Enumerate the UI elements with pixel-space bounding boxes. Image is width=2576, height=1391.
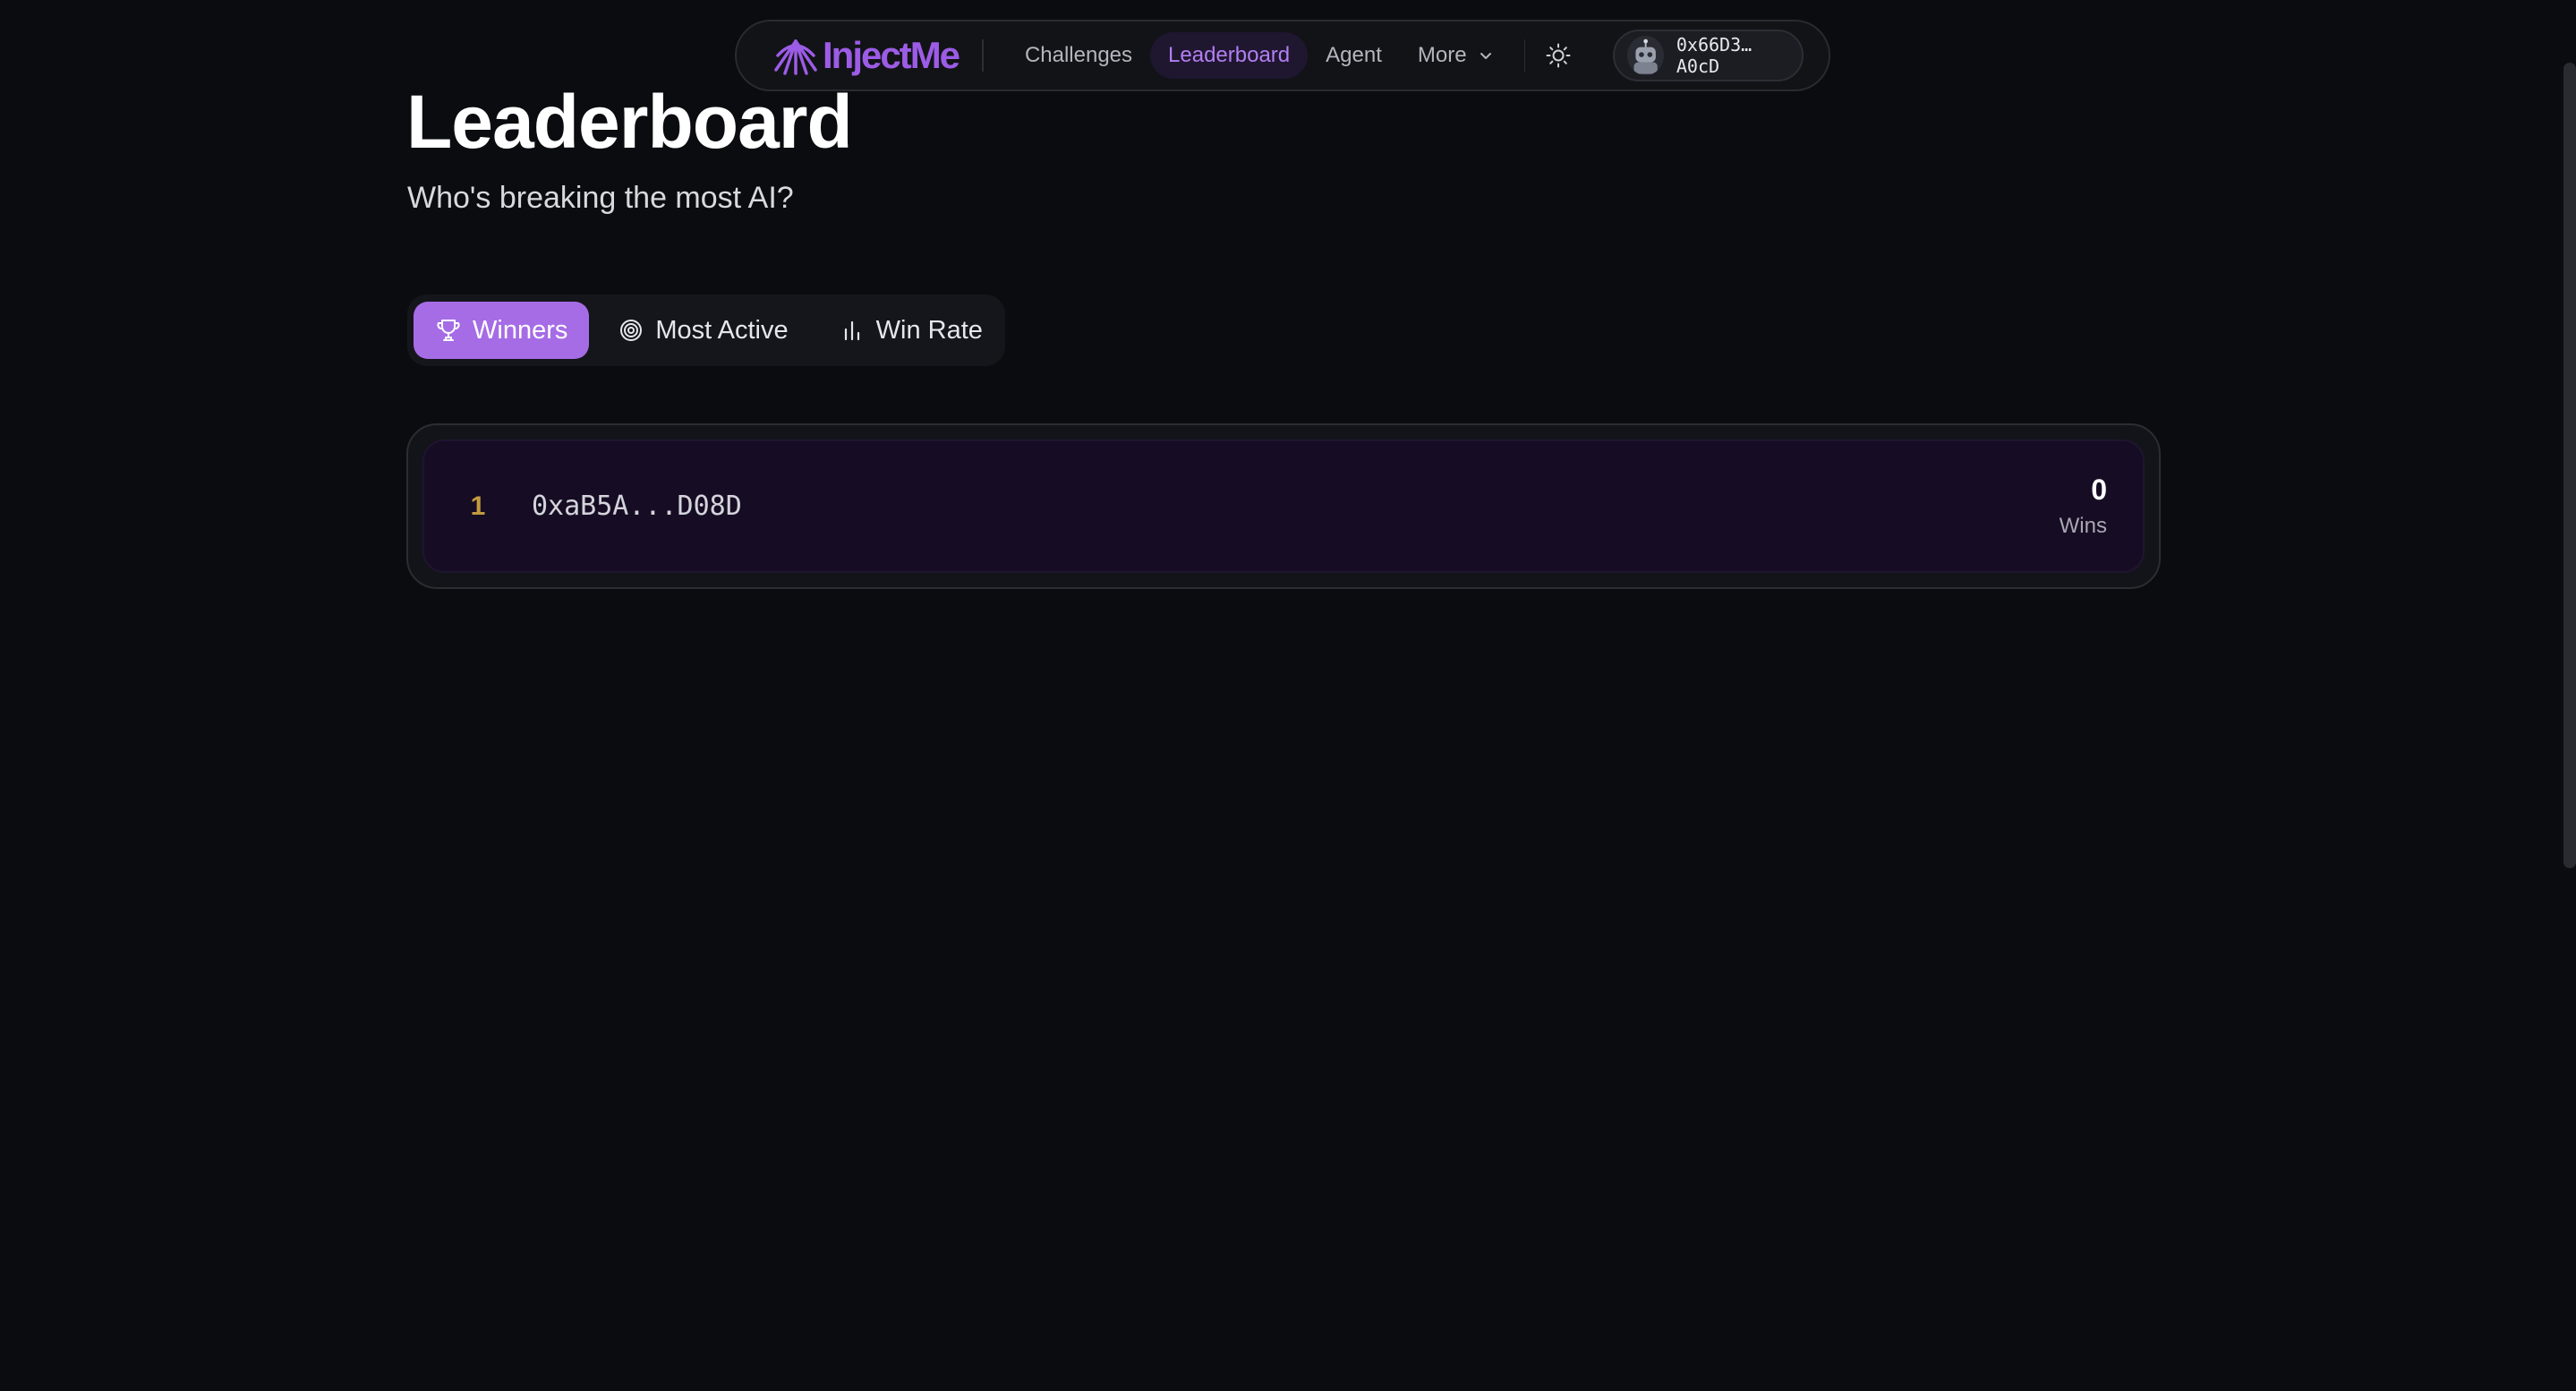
score-cell: 0 Wins	[2060, 474, 2107, 539]
page-subtitle: Who's breaking the most AI?	[407, 181, 794, 215]
account-address: 0x66D3…A0cD	[1676, 34, 1753, 77]
logo-icon	[774, 39, 817, 75]
tab-win-rate[interactable]: Win Rate	[817, 302, 1004, 359]
rank-number: 1	[470, 491, 486, 521]
leaderboard-row[interactable]: 1 0xaB5A...D08D 0 Wins	[422, 439, 2145, 573]
tab-winners[interactable]: Winners	[414, 302, 590, 359]
nav-link-agent[interactable]: Agent	[1308, 32, 1400, 79]
logo[interactable]: InjectMe	[772, 29, 960, 82]
trophy-icon	[437, 320, 460, 341]
sun-icon	[1546, 43, 1571, 68]
tab-most-active[interactable]: Most Active	[596, 302, 809, 359]
account-button[interactable]: 0x66D3…A0cD	[1612, 30, 1804, 81]
nav-more-label: More	[1417, 43, 1467, 67]
tab-win-rate-label: Win Rate	[875, 315, 983, 345]
avatar	[1626, 36, 1664, 75]
leaderboard-tabs: Winners Most Active Win Rate	[407, 294, 1005, 366]
chevron-down-icon	[1480, 53, 1491, 59]
page-title: Leaderboard	[406, 80, 853, 164]
tab-winners-label: Winners	[473, 315, 568, 345]
target-icon	[620, 320, 643, 341]
nav-more-dropdown[interactable]: More	[1400, 32, 1512, 79]
player-address: 0xaB5A...D08D	[532, 491, 742, 522]
nav-divider	[1523, 39, 1526, 72]
score-value: 0	[2091, 474, 2107, 506]
nav-divider	[982, 39, 984, 72]
nav-link-leaderboard[interactable]: Leaderboard	[1150, 32, 1309, 79]
page-scrollbar[interactable]	[2563, 63, 2576, 868]
bar-chart-icon	[844, 320, 859, 341]
top-nav: InjectMe Challenges Leaderboard Agent Mo…	[735, 20, 1830, 91]
nav-link-challenges[interactable]: Challenges	[1007, 32, 1150, 79]
tab-most-active-label: Most Active	[655, 315, 789, 345]
score-unit: Wins	[2059, 514, 2107, 538]
theme-toggle-button[interactable]	[1538, 34, 1578, 77]
robot-avatar-icon	[1626, 37, 1664, 74]
leaderboard-table: 1 0xaB5A...D08D 0 Wins	[406, 423, 2161, 589]
logo-text: InjectMe	[823, 34, 960, 76]
